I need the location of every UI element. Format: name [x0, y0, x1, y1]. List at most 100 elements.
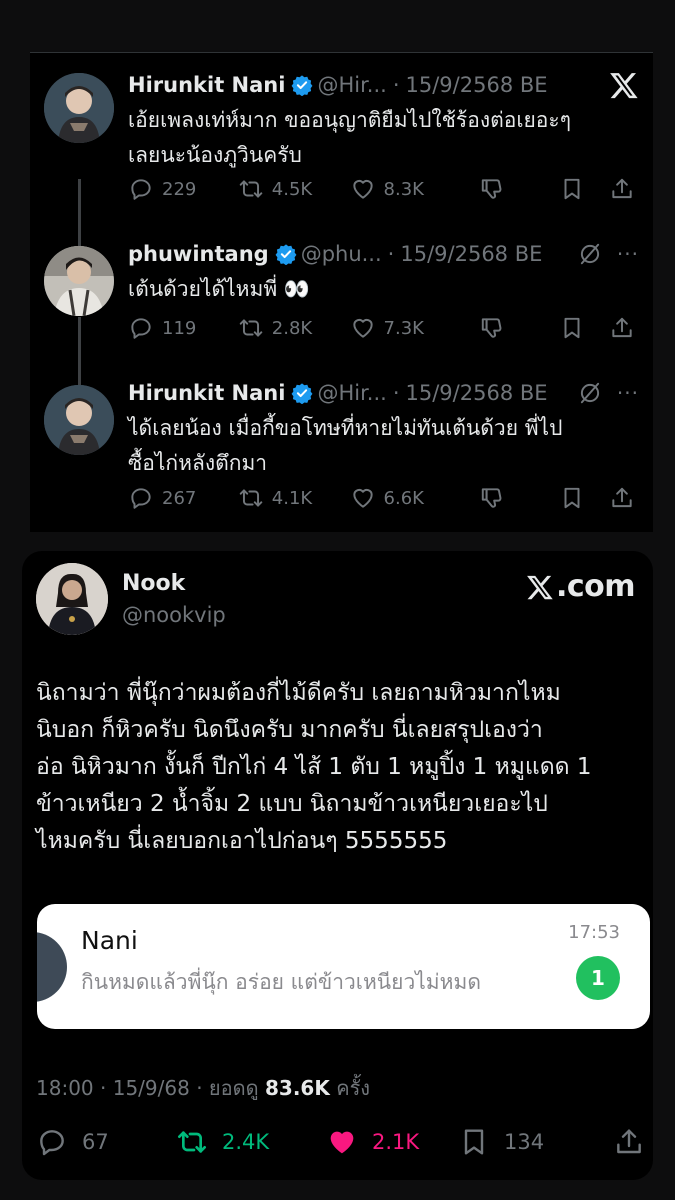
share-button[interactable] [613, 1126, 645, 1158]
downvote-button[interactable] [479, 315, 559, 341]
avatar[interactable] [44, 385, 114, 455]
like-count: 7.3K [383, 317, 424, 339]
reply-button[interactable]: 119 [128, 315, 238, 341]
repost-button[interactable]: 2.4K [176, 1126, 326, 1158]
post-meta: 18:00 · 15/9/68 · ยอดดู 83.6K ครั้ง [36, 1072, 370, 1104]
quote-post-card: Nook @nookvip .com นิถามว่า พี่นุ๊กว่าผม… [22, 551, 653, 1180]
separator-dot: · [392, 73, 400, 97]
avatar[interactable] [44, 246, 114, 316]
repost-count: 4.1K [271, 487, 313, 509]
tweet[interactable]: Hirunkit Nani @Hir... · 15/9/2568 BE เอ้… [30, 53, 653, 213]
thumbs-down-icon [482, 318, 502, 338]
separator-dot: · [100, 1076, 107, 1100]
reply-button[interactable]: 229 [128, 176, 238, 202]
views-label: ยอดดู [208, 1076, 259, 1100]
reply-icon [131, 488, 151, 509]
tweet-date[interactable]: 15/9/2568 BE [400, 242, 542, 266]
like-button[interactable]: 2.1K [326, 1126, 458, 1158]
tweet-date[interactable]: 15/9/2568 BE [406, 381, 548, 405]
views-suffix: ครั้ง [336, 1076, 371, 1100]
like-button[interactable]: 6.6K [350, 485, 480, 511]
downvote-button[interactable] [479, 485, 559, 511]
post-text-line: ข้าวเหนียว 2 น้ำจิ้ม 2 แบบ นิถามข้าวเหนี… [36, 791, 548, 817]
views-count: 83.6K [264, 1076, 330, 1100]
repost-count: 2.8K [271, 317, 313, 339]
author-handle[interactable]: @nookvip [122, 603, 226, 627]
bookmark-button[interactable]: 134 [458, 1126, 578, 1158]
thumbs-down-icon [482, 179, 502, 199]
x-logo-icon [526, 575, 553, 599]
author-name[interactable]: Hirunkit Nani [128, 73, 285, 97]
like-count: 8.3K [383, 178, 424, 200]
like-button[interactable]: 7.3K [350, 315, 480, 341]
separator-dot: · [196, 1076, 203, 1100]
reply-button[interactable]: 67 [36, 1126, 176, 1158]
author-handle[interactable]: @phu... [301, 242, 382, 266]
repost-button[interactable]: 4.5K [238, 176, 350, 202]
share-button[interactable] [609, 485, 643, 511]
tweet-header: phuwintang @phu... · 15/9/2568 BE ··· [128, 238, 639, 270]
post-text-line: นิถามว่า พี่นุ๊กว่าผมต้องกี่ไม้ดีครับ เล… [36, 680, 561, 706]
avatar[interactable] [44, 73, 114, 143]
bookmark-button[interactable] [559, 176, 609, 202]
post-date[interactable]: 15/9/68 [113, 1076, 190, 1100]
heart-icon [352, 179, 373, 199]
more-options-button[interactable]: ··· [617, 381, 639, 405]
tweet-text-line: เลยนะน้องภูวินครับ [128, 143, 302, 167]
more-options-button[interactable]: ··· [617, 242, 639, 266]
downvote-button[interactable] [479, 176, 559, 202]
tweet-header: Hirunkit Nani @Hir... · 15/9/2568 BE [128, 69, 639, 101]
tweet-text-line: เต้นด้วยได้ไหมพี่ 👀 [128, 277, 311, 301]
grok-icon[interactable] [577, 380, 603, 406]
share-button[interactable] [609, 315, 643, 341]
post-time[interactable]: 18:00 [36, 1076, 94, 1100]
like-count: 2.1K [372, 1130, 420, 1154]
tweet[interactable]: phuwintang @phu... · 15/9/2568 BE ··· เต… [30, 238, 653, 358]
thumbs-down-icon [482, 488, 502, 508]
verified-badge-icon [292, 75, 313, 96]
share-button[interactable] [609, 176, 643, 202]
reply-count: 267 [162, 487, 197, 509]
bookmark-icon [464, 1129, 484, 1155]
repost-button[interactable]: 2.8K [238, 315, 350, 341]
repost-count: 2.4K [222, 1130, 270, 1154]
avatar [37, 932, 67, 1002]
tweet-text: ได้เลยน้อง เมื่อกี้ขอโทษที่หายไม่ทันเต้น… [128, 411, 639, 481]
tweet-text-line: เอ้ยเพลงเท่ห์มาก ขออนุญาติยืมไปใช้ร้องต่… [128, 108, 571, 132]
reply-icon [40, 1130, 64, 1156]
author-handle[interactable]: @Hir... [317, 381, 386, 405]
author-name[interactable]: Nook [122, 571, 185, 596]
bookmark-button[interactable] [559, 315, 609, 341]
reply-count: 67 [82, 1130, 109, 1154]
tweet-header: Hirunkit Nani @Hir... · 15/9/2568 BE ··· [128, 377, 639, 409]
x-logo-icon [610, 73, 638, 99]
separator-dot: · [392, 381, 400, 405]
author-handle[interactable]: @Hir... [317, 73, 386, 97]
author-name[interactable]: phuwintang [128, 242, 269, 266]
share-icon [612, 317, 632, 338]
verified-badge-icon [275, 244, 297, 265]
author-name[interactable]: Hirunkit Nani [128, 381, 285, 405]
heart-icon [352, 318, 373, 338]
like-button[interactable]: 8.3K [350, 176, 480, 202]
tweet-actions: 119 2.8K 7.3K [128, 313, 643, 343]
bookmark-icon [564, 317, 580, 339]
post-text-line: อ่อ นิหิวมาก งั้นก็ ปีกไก่ 4 ไส้ 1 ตับ 1… [36, 754, 592, 780]
repost-icon [178, 1131, 206, 1153]
grok-icon[interactable] [577, 241, 603, 267]
repost-icon [239, 489, 263, 507]
tweet-date[interactable]: 15/9/2568 BE [406, 73, 548, 97]
separator-dot: · [387, 242, 395, 266]
notification-message: กินหมดแล้วพี่นุ๊ก อร่อย แต่ข้าวเหนียวไม่… [81, 970, 481, 994]
avatar[interactable] [36, 563, 108, 635]
tweet-text: เอ้ยเพลงเท่ห์มาก ขออนุญาติยืมไปใช้ร้องต่… [128, 103, 639, 173]
bookmark-button[interactable] [559, 485, 609, 511]
tweet-actions: 267 4.1K 6.6K [128, 483, 643, 513]
tweet[interactable]: Hirunkit Nani @Hir... · 15/9/2568 BE ···… [30, 377, 653, 527]
reply-button[interactable]: 267 [128, 485, 238, 511]
bookmark-icon [564, 487, 580, 509]
reply-icon [131, 318, 151, 339]
chat-notification-image[interactable]: Nani กินหมดแล้วพี่นุ๊ก อร่อย แต่ข้าวเหนี… [37, 904, 650, 1029]
repost-button[interactable]: 4.1K [238, 485, 350, 511]
repost-icon [239, 180, 263, 198]
